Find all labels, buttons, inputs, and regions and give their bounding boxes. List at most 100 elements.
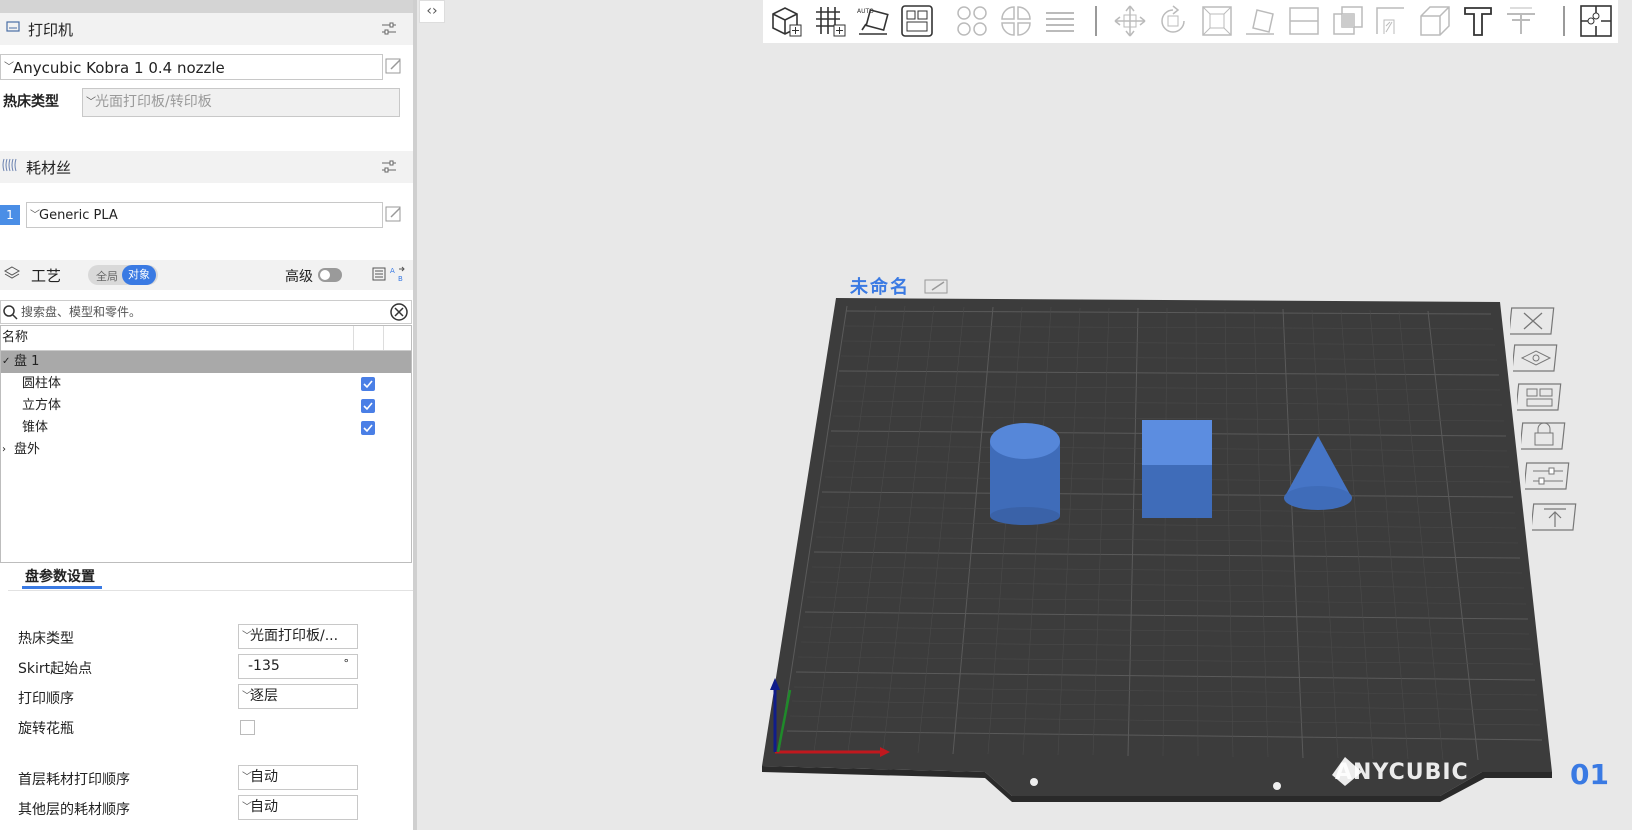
- toolbar-separator: [1095, 6, 1097, 36]
- filament-settings-icon[interactable]: [381, 159, 397, 179]
- process-section-title: 工艺: [31, 266, 62, 285]
- print-sequence-select[interactable]: ﹀ 逐层: [238, 684, 358, 709]
- param-label: 旋转花瓶: [18, 721, 74, 737]
- process-section-header: 工艺 全局 对象 高级 AB: [0, 260, 413, 290]
- layers-list-icon[interactable]: [1043, 4, 1077, 38]
- edit-filament-icon[interactable]: [385, 205, 403, 227]
- bed-type-select[interactable]: ﹀ 光面打印板/转印板: [82, 88, 400, 117]
- tree-row-object[interactable]: 立方体: [1, 395, 411, 417]
- printer-icon: [6, 20, 20, 38]
- grid-plate-icon[interactable]: [813, 4, 847, 38]
- arrange-icon[interactable]: [900, 4, 934, 38]
- printer-settings-icon[interactable]: [381, 21, 397, 41]
- printer-preset-row: ﹀ Anycubic Kobra 1 0.4 nozzle: [0, 45, 413, 85]
- compare-icon[interactable]: AB: [390, 266, 406, 286]
- cube-model: [1142, 420, 1212, 518]
- delete-plate-icon[interactable]: [1508, 305, 1556, 337]
- param-label: 其他层的耗材顺序: [18, 802, 130, 818]
- param-unit: °: [343, 657, 350, 670]
- assembly-icon[interactable]: [1579, 4, 1613, 38]
- support-paint-icon[interactable]: [1374, 4, 1408, 38]
- plate-settings-tab[interactable]: 盘参数设置: [25, 566, 95, 586]
- printer-section-header: 打印机: [0, 13, 413, 45]
- bed-type-label: 热床类型: [3, 94, 59, 110]
- move-icon[interactable]: [1113, 4, 1147, 38]
- brand-logo: ANYCUBIC: [1335, 760, 1469, 785]
- auto-orient-icon[interactable]: AUTO: [856, 4, 890, 38]
- plate-settings-icon[interactable]: [1523, 460, 1571, 492]
- panel-top-strip: [0, 0, 413, 13]
- orient-plate-icon[interactable]: [1511, 342, 1559, 374]
- boolean-icon[interactable]: [1331, 4, 1365, 38]
- filament-slot-badge[interactable]: 1: [0, 205, 20, 225]
- chevron-right-icon[interactable]: ›: [2, 439, 6, 461]
- bed-type-select[interactable]: ﹀ 光面打印板/...: [238, 624, 358, 649]
- lay-on-face-icon[interactable]: [1243, 4, 1277, 38]
- cut-icon[interactable]: [1287, 4, 1321, 38]
- tree-row-outside[interactable]: › 盘外: [1, 439, 411, 461]
- tab-divider: [8, 590, 413, 591]
- tree-row-object[interactable]: 圆柱体: [1, 373, 411, 395]
- object-tree: 名称 ✓ 盘 1 圆柱体 立方体 锥体 › 盘外: [0, 325, 412, 563]
- cone-model: [1284, 436, 1352, 510]
- toggle-global-label: 全局: [96, 270, 118, 283]
- advanced-switch[interactable]: [318, 268, 342, 282]
- scale-icon[interactable]: [1200, 4, 1234, 38]
- printer-section-title: 打印机: [28, 20, 74, 39]
- object-visible-checkbox[interactable]: [361, 399, 375, 413]
- filament-section-header: 耗材丝: [0, 151, 413, 183]
- param-label: 首层耗材打印顺序: [18, 772, 130, 788]
- param-value: 自动: [250, 769, 278, 785]
- tree-header: 名称: [1, 326, 411, 351]
- tree-header-name: 名称: [2, 330, 29, 345]
- global-object-toggle[interactable]: 全局 对象: [88, 265, 158, 285]
- object-visible-checkbox[interactable]: [361, 377, 375, 391]
- search-input[interactable]: 搜索盘、模型和零件。: [21, 303, 141, 320]
- other-layers-filament-order-select[interactable]: ﹀ 自动: [238, 795, 358, 820]
- emboss-icon[interactable]: [1504, 4, 1538, 38]
- plate-name[interactable]: 未命名: [850, 273, 948, 299]
- bed-type-value: 光面打印板/转印板: [95, 94, 212, 110]
- tree-row-plate[interactable]: ✓ 盘 1: [1, 351, 411, 373]
- plate-number: 01: [1570, 758, 1609, 791]
- lock-plate-icon[interactable]: [1519, 420, 1567, 452]
- chevron-down-icon: ﹀: [242, 691, 252, 702]
- filament-preset-select[interactable]: ﹀ Generic PLA: [26, 202, 383, 228]
- bed-type-row: 热床类型 ﹀ 光面打印板/转印板: [0, 85, 413, 119]
- clear-search-icon[interactable]: [390, 303, 408, 325]
- edit-plate-name-icon[interactable]: [924, 278, 948, 299]
- tree-row-object[interactable]: 锥体: [1, 417, 411, 439]
- collapse-sidebar-button[interactable]: ‹›: [419, 0, 445, 23]
- svg-text:B: B: [398, 275, 403, 282]
- text-icon[interactable]: [1461, 4, 1495, 38]
- list-view-icon[interactable]: [372, 267, 386, 285]
- object-visible-checkbox[interactable]: [361, 421, 375, 435]
- add-cube-icon[interactable]: [769, 4, 803, 38]
- split-objects-icon[interactable]: [955, 4, 989, 38]
- cylinder-model: [990, 423, 1060, 525]
- move-to-top-icon[interactable]: [1530, 501, 1578, 533]
- param-value: 光面打印板/...: [250, 628, 339, 644]
- top-toolbar: AUTO: [763, 0, 1618, 43]
- measure-icon[interactable]: [1418, 4, 1452, 38]
- search-icon: [2, 304, 18, 324]
- rotate-icon[interactable]: [1156, 4, 1190, 38]
- tree-outside-label: 盘外: [14, 442, 41, 457]
- filament-icon: [2, 157, 18, 177]
- spiral-vase-checkbox[interactable]: [240, 720, 255, 735]
- chevron-down-icon[interactable]: ✓: [2, 351, 10, 373]
- filament-row: 1 ﹀ Generic PLA: [0, 183, 413, 243]
- plate-name-label: 未命名: [850, 277, 910, 298]
- edit-printer-icon[interactable]: [385, 57, 403, 79]
- tab-underline: [22, 586, 102, 589]
- skirt-start-input[interactable]: -135 °: [238, 654, 358, 679]
- svg-text:AUTO: AUTO: [857, 8, 874, 15]
- tree-object-label: 锥体: [22, 420, 49, 435]
- printer-preset-select[interactable]: ﹀ Anycubic Kobra 1 0.4 nozzle: [0, 54, 383, 80]
- advanced-label: 高级: [285, 269, 313, 285]
- arrange-plate-icon[interactable]: [1515, 381, 1563, 413]
- filament-section-title: 耗材丝: [26, 158, 72, 177]
- first-layer-filament-order-select[interactable]: ﹀ 自动: [238, 765, 358, 790]
- split-parts-icon[interactable]: [999, 4, 1033, 38]
- svg-text:A: A: [390, 267, 395, 275]
